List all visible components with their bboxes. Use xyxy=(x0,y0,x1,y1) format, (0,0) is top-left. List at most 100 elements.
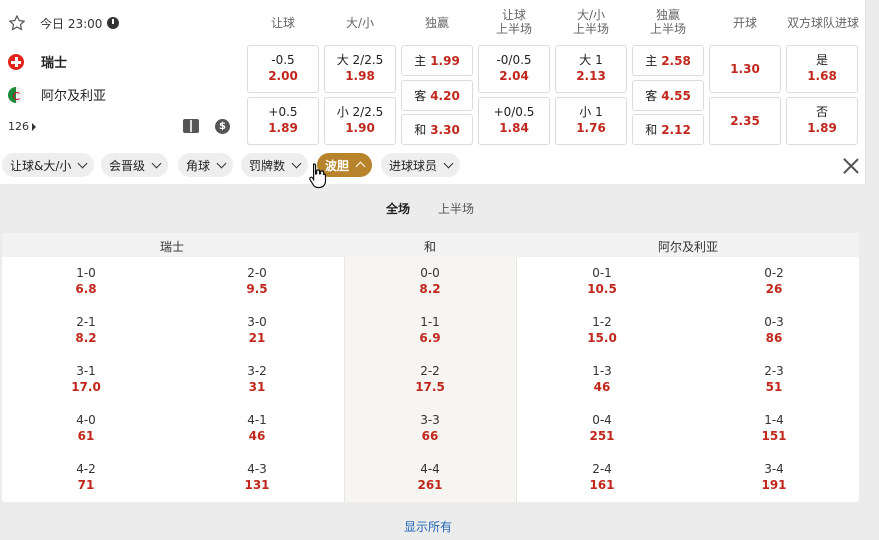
odds-1x2-away[interactable]: 客 4.20 xyxy=(401,80,473,111)
odds-1x2-home[interactable]: 主 1.99 xyxy=(401,45,473,76)
score-cell[interactable]: 2-0 9.5 xyxy=(227,265,287,297)
odds-kickoff-home[interactable]: 1.30 xyxy=(709,45,781,93)
odds-over-half[interactable]: 大 1 2.13 xyxy=(555,45,627,93)
score-cell[interactable]: 1-1 6.9 xyxy=(400,314,460,346)
score-cell[interactable]: 0-2 26 xyxy=(744,265,804,297)
odds-value: 2.00 xyxy=(268,69,298,83)
score-cell[interactable]: 3-3 66 xyxy=(400,412,460,444)
score-label: 2-4 xyxy=(592,462,612,476)
score-odds: 6.8 xyxy=(75,282,97,296)
odds-1x2-half-draw[interactable]: 和 2.12 xyxy=(632,114,704,145)
col-handicap-half-line2: 上半场 xyxy=(495,22,532,36)
score-cell[interactable]: 3-4 191 xyxy=(744,461,804,493)
score-odds: 51 xyxy=(765,380,783,394)
score-cell[interactable]: 0-0 8.2 xyxy=(400,265,460,297)
odds-btts-yes[interactable]: 是 1.68 xyxy=(786,45,858,93)
score-cell[interactable]: 1-4 151 xyxy=(744,412,804,444)
odds-value: 2.12 xyxy=(661,122,691,137)
tab-full-time[interactable]: 全场 xyxy=(386,200,410,217)
odds-handicap-half-home[interactable]: -0/0.5 2.04 xyxy=(478,45,550,93)
filter-cards[interactable]: 罚牌数 xyxy=(241,153,309,177)
away-team-name: 阿尔及利亚 xyxy=(41,89,107,104)
col-kickoff: 开球 xyxy=(732,16,757,30)
filter-qualify[interactable]: 会晋级 xyxy=(101,153,169,177)
switzerland-flag-icon xyxy=(8,53,24,70)
score-cell[interactable]: 0-3 86 xyxy=(744,314,804,346)
dollar-icon[interactable]: $ xyxy=(215,119,230,134)
odds-under-half[interactable]: 小 1 1.76 xyxy=(555,97,627,145)
score-label: 3-4 xyxy=(764,462,784,476)
score-cell[interactable]: 0-4 251 xyxy=(572,412,632,444)
odds-btts-no[interactable]: 否 1.89 xyxy=(786,97,858,145)
score-cell[interactable]: 3-1 17.0 xyxy=(56,363,116,395)
filter-handicap-ou[interactable]: 让球&大/小 xyxy=(2,153,95,177)
clock-icon xyxy=(107,17,120,29)
score-cell[interactable]: 1-3 46 xyxy=(572,363,632,395)
odds-value: 3.30 xyxy=(430,122,460,137)
col-handicap-half-line1: 让球 xyxy=(501,8,526,22)
star-icon[interactable] xyxy=(8,14,26,32)
score-cell[interactable]: 3-2 31 xyxy=(227,363,287,395)
score-cell[interactable]: 3-0 21 xyxy=(227,314,287,346)
score-odds: 71 xyxy=(77,478,95,492)
odds-label: 主 xyxy=(645,54,658,68)
odds-under[interactable]: 小 2/2.5 1.90 xyxy=(324,97,396,145)
filter-label: 角球 xyxy=(186,158,211,173)
odds-handicap-home[interactable]: -0.5 2.00 xyxy=(247,45,319,93)
score-cell[interactable]: 0-1 10.5 xyxy=(572,265,632,297)
filter-corners[interactable]: 角球 xyxy=(178,153,234,177)
filter-goalscorer[interactable]: 进球球员 xyxy=(381,153,461,177)
score-odds: 17.0 xyxy=(71,380,101,394)
score-cell[interactable]: 2-2 17.5 xyxy=(400,363,460,395)
score-odds: 10.5 xyxy=(587,282,617,296)
score-label: 3-2 xyxy=(247,364,267,378)
odds-1x2-half-away[interactable]: 客 4.55 xyxy=(632,80,704,111)
pitch-icon[interactable] xyxy=(183,119,199,133)
odds-label: 主 xyxy=(414,54,427,68)
score-cell[interactable]: 2-4 161 xyxy=(572,461,632,493)
score-cell[interactable]: 4-4 261 xyxy=(400,461,460,493)
score-label: 4-2 xyxy=(76,462,96,476)
score-cell[interactable]: 4-1 46 xyxy=(227,412,287,444)
tab-first-half[interactable]: 上半场 xyxy=(438,200,474,217)
odds-label: 客 xyxy=(414,89,427,103)
score-odds: 131 xyxy=(244,478,270,492)
close-icon[interactable] xyxy=(841,156,861,176)
col-handicap: 让球 xyxy=(270,16,295,30)
odds-over[interactable]: 大 2/2.5 1.98 xyxy=(324,45,396,93)
hand-cursor-icon xyxy=(309,163,327,189)
odds-value: 1.76 xyxy=(576,121,606,135)
score-cell[interactable]: 2-1 8.2 xyxy=(56,314,116,346)
more-markets-link[interactable]: 126 xyxy=(8,120,36,133)
show-all-link[interactable]: 显示所有 xyxy=(404,518,452,535)
match-panel: 今日 23:00 瑞士 阿尔及利亚 126 $ 让球 大/小 独赢 让球 上半场… xyxy=(0,0,866,150)
filter-label: 进球球员 xyxy=(389,158,438,173)
header-home: 瑞士 xyxy=(160,240,185,254)
filter-label: 会晋级 xyxy=(109,158,146,173)
score-label: 4-1 xyxy=(247,413,267,427)
score-odds: 15.0 xyxy=(587,331,617,345)
odds-value: 2.04 xyxy=(499,69,529,83)
score-cell[interactable]: 4-2 71 xyxy=(56,461,116,493)
score-cell[interactable]: 1-2 15.0 xyxy=(572,314,632,346)
col-ou-half-line2: 上半场 xyxy=(572,22,609,36)
score-cell[interactable]: 1-0 6.8 xyxy=(56,265,116,297)
score-cell[interactable]: 4-0 61 xyxy=(56,412,116,444)
score-cell[interactable]: 4-3 131 xyxy=(227,461,287,493)
odds-1x2-draw[interactable]: 和 3.30 xyxy=(401,114,473,145)
odds-label: 大 1 xyxy=(579,53,603,67)
odds-value: 1.98 xyxy=(345,69,375,83)
odds-1x2-half-home[interactable]: 主 2.58 xyxy=(632,45,704,76)
odds-value: 4.20 xyxy=(430,88,460,103)
score-label: 1-3 xyxy=(592,364,612,378)
score-label: 3-0 xyxy=(247,315,267,329)
filter-label: 让球&大/小 xyxy=(10,158,72,173)
score-label: 2-1 xyxy=(76,315,96,329)
odds-kickoff-away[interactable]: 2.35 xyxy=(709,97,781,145)
score-label: 1-0 xyxy=(76,266,96,280)
odds-handicap-away[interactable]: +0.5 1.89 xyxy=(247,97,319,145)
odds-handicap-half-away[interactable]: +0/0.5 1.84 xyxy=(478,97,550,145)
score-cell[interactable]: 2-3 51 xyxy=(744,363,804,395)
score-odds: 191 xyxy=(761,478,787,492)
score-label: 0-3 xyxy=(764,315,784,329)
